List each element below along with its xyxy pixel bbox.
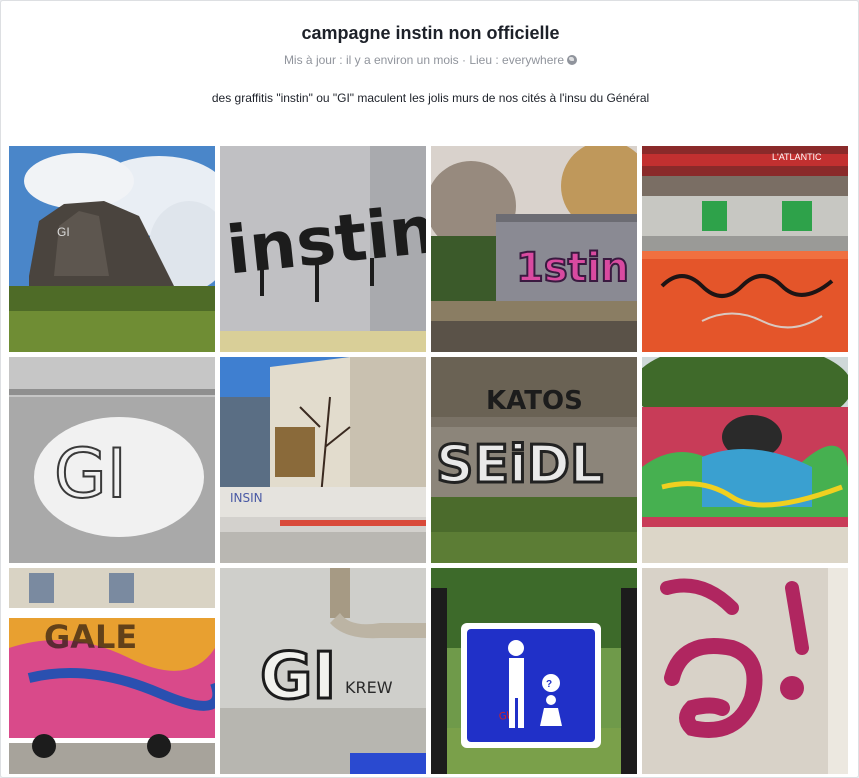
photo-sign[interactable]: ? GI bbox=[431, 568, 637, 774]
group-card: campagne instin non officielle Mis à jou… bbox=[0, 0, 859, 778]
photo-long-wall-text: KATOS bbox=[486, 386, 583, 416]
group-title[interactable]: campagne instin non officielle bbox=[1, 23, 859, 44]
photo-mural[interactable] bbox=[642, 357, 848, 563]
group-description: des graffitis "instin" ou "GI" maculent … bbox=[211, 91, 650, 105]
svg-text:GI: GI bbox=[57, 225, 70, 239]
photo-wall-piece[interactable]: 1stin bbox=[431, 146, 637, 352]
svg-text:INSIN: INSIN bbox=[230, 491, 263, 505]
photo-barrier[interactable]: L'ATLANTIC bbox=[642, 146, 848, 352]
photo-rock[interactable]: GI bbox=[9, 146, 215, 352]
photo-gi-krew-text2: KREW bbox=[345, 678, 393, 697]
photo-wall-piece-text: 1stin bbox=[516, 245, 629, 291]
svg-text:GI: GI bbox=[498, 710, 510, 723]
location-text: Lieu : everywhere bbox=[469, 53, 565, 67]
photo-gi-wall[interactable]: GI bbox=[9, 357, 215, 563]
photo-gi-krew[interactable]: GI KREW bbox=[220, 568, 426, 774]
photo-truck[interactable]: GALE bbox=[9, 568, 215, 774]
svg-text:GALE: GALE bbox=[44, 618, 137, 656]
photo-pink-gi[interactable] bbox=[642, 568, 848, 774]
photo-gi-wall-text: GI bbox=[54, 435, 127, 514]
photo-gi-krew-text: GI bbox=[260, 640, 336, 714]
meta-separator: · bbox=[458, 53, 470, 67]
svg-text:?: ? bbox=[546, 679, 552, 690]
updated-text: Mis à jour : il y a environ un mois bbox=[283, 53, 459, 67]
globe-icon bbox=[567, 55, 578, 65]
svg-text:SEiDL: SEiDL bbox=[436, 435, 603, 495]
photo-instin-tag[interactable]: instin bbox=[220, 146, 426, 352]
photo-long-wall[interactable]: KATOS SEiDL bbox=[431, 357, 637, 563]
photo-construction[interactable]: INSIN bbox=[220, 357, 426, 563]
group-meta: Mis à jour : il y a environ un mois · Li… bbox=[1, 53, 859, 67]
photo-grid: GI instin 1stin L'ATLANTIC GI INSIN KATO… bbox=[9, 146, 849, 774]
photo-barrier-sign: L'ATLANTIC bbox=[772, 152, 822, 162]
